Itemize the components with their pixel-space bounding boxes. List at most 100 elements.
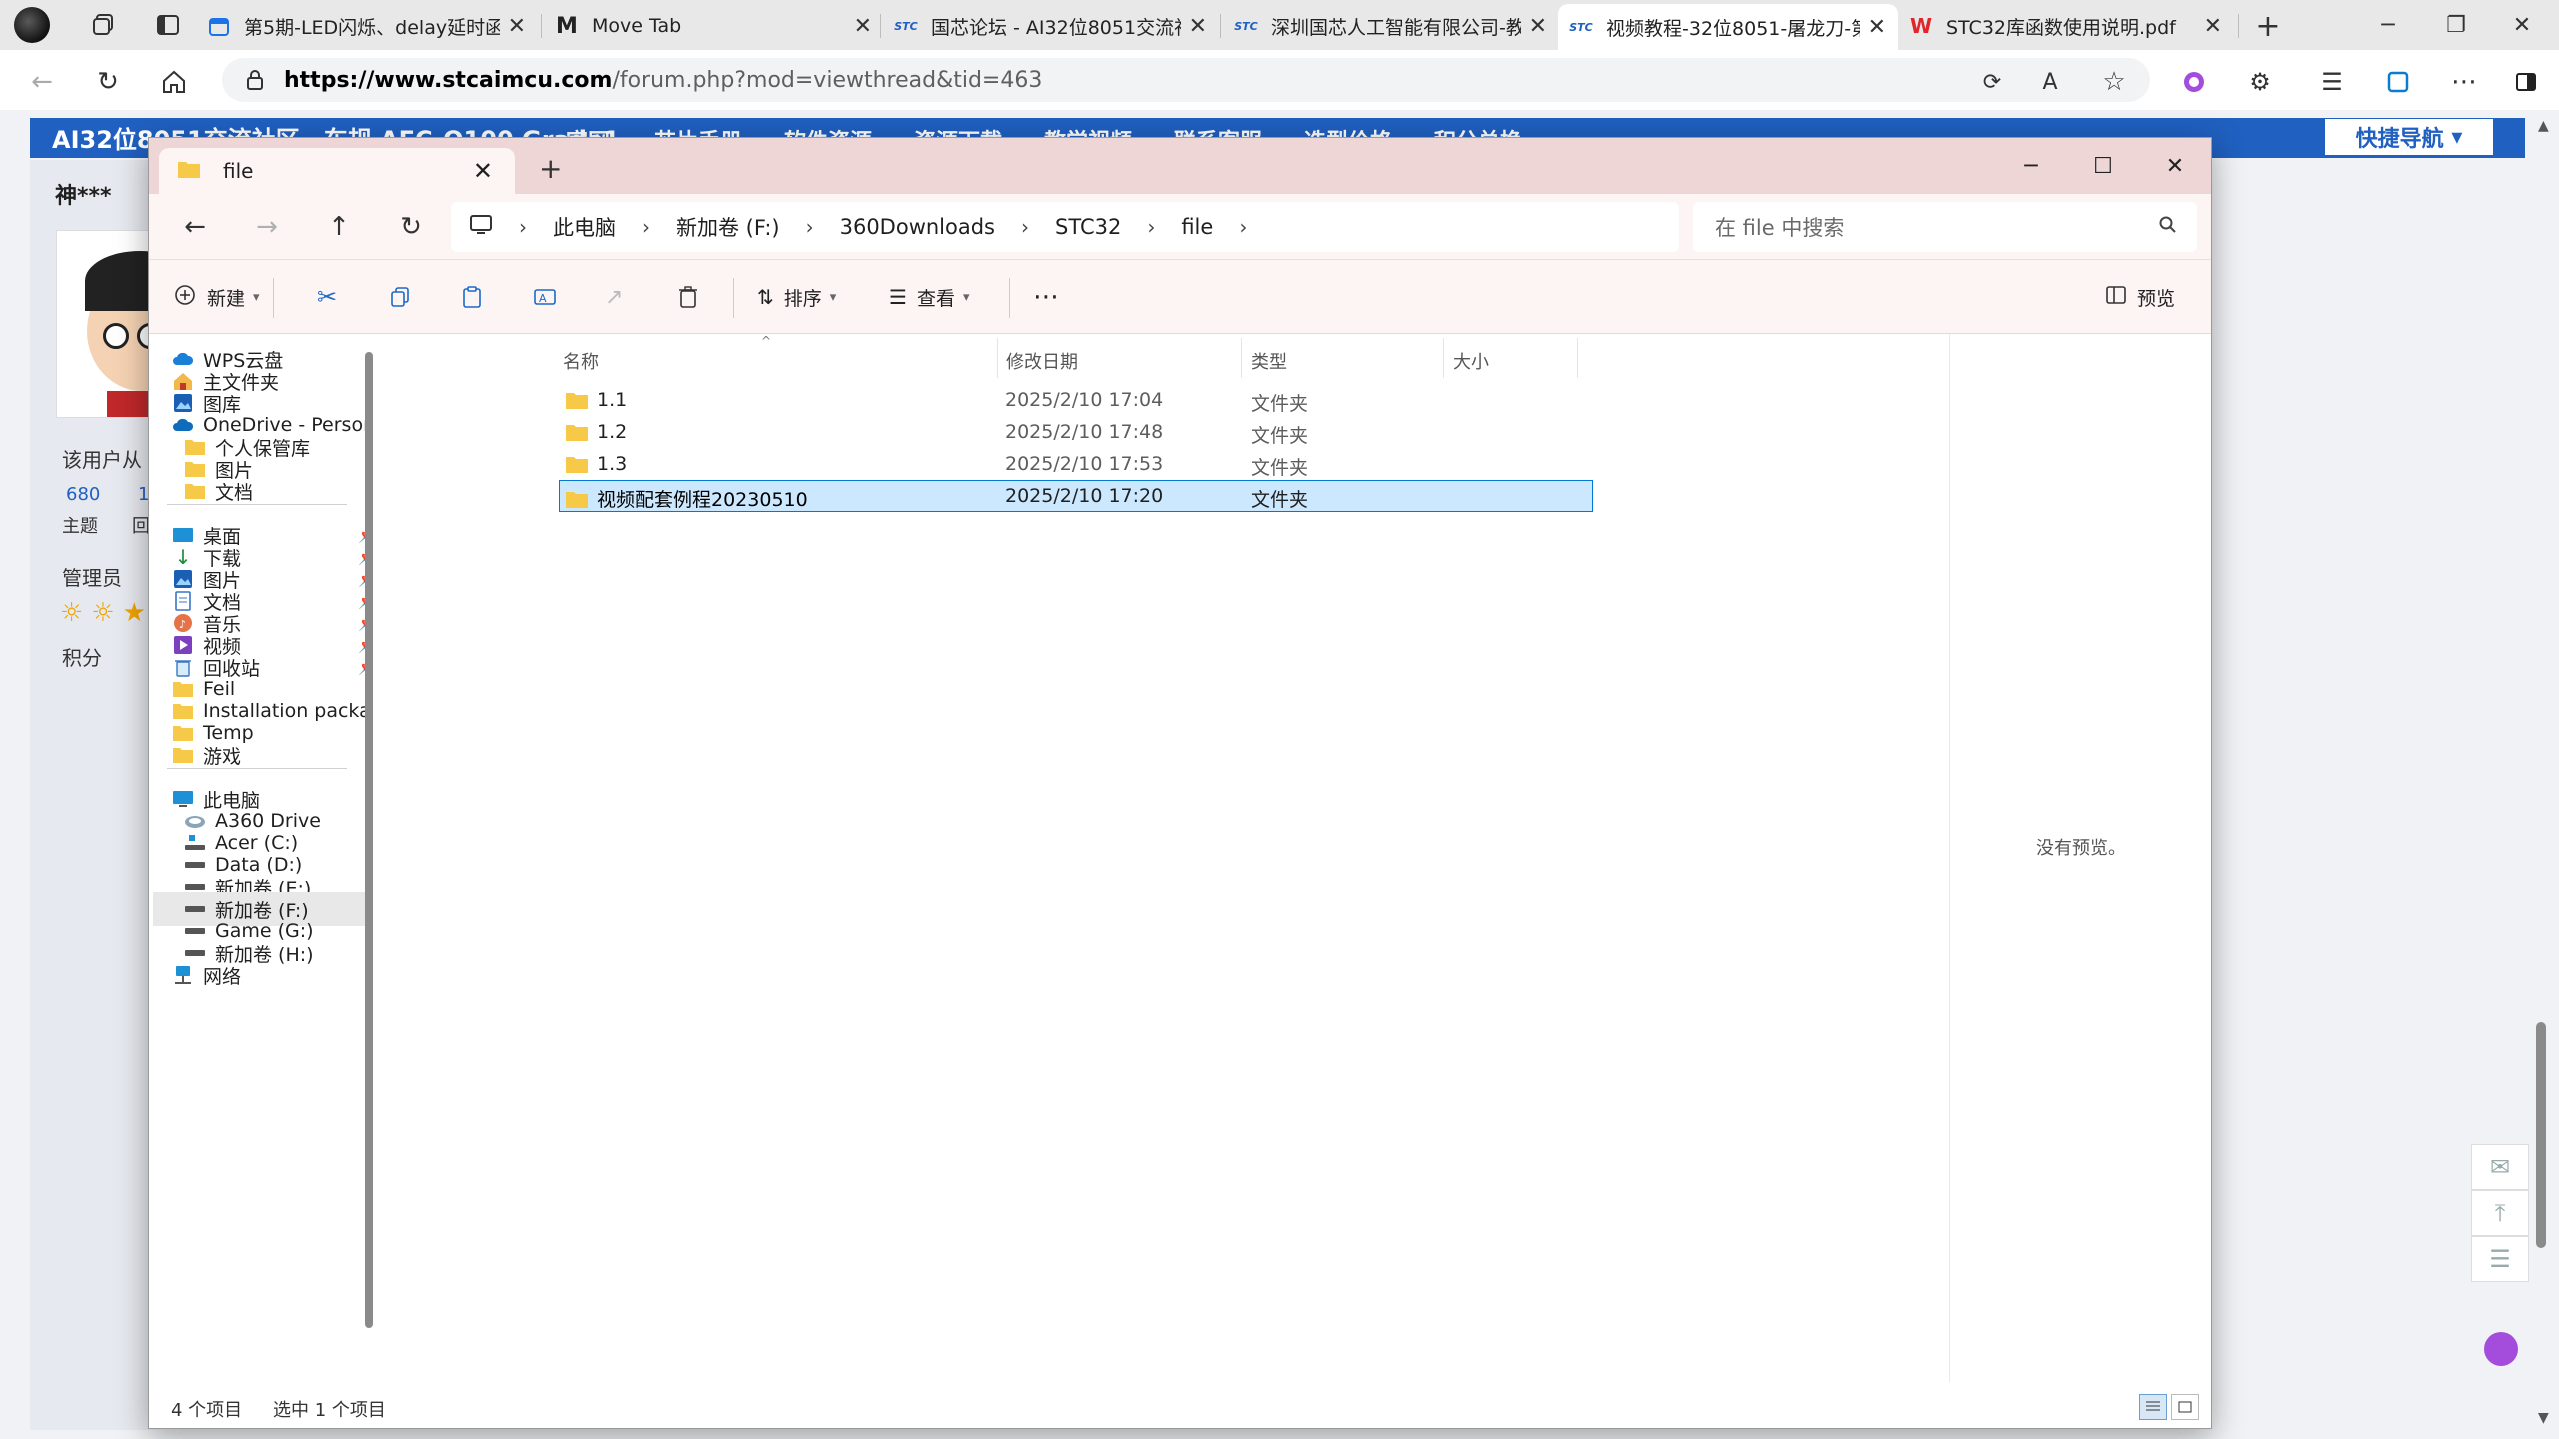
sidebar-item-od-documents[interactable]: 文档 <box>183 474 365 508</box>
column-header-type[interactable]: 类型 <box>1251 344 1287 378</box>
up-icon[interactable]: ↑ <box>317 206 361 248</box>
tab-led-blink[interactable]: 第5期-LED闪烁、delay延时函数 ✕ <box>196 6 538 46</box>
chevron-right-icon[interactable]: › <box>642 215 650 239</box>
column-divider[interactable] <box>1443 338 1444 378</box>
chevron-right-icon[interactable]: › <box>1147 215 1155 239</box>
restore-icon[interactable]: ❐ <box>2420 0 2492 50</box>
tab-move-tab[interactable]: M Move Tab ✕ <box>544 6 884 46</box>
column-header-name[interactable]: 名称 <box>563 344 599 378</box>
copilot-icon[interactable] <box>2174 62 2214 102</box>
new-tab-icon[interactable]: + <box>2248 6 2288 46</box>
list-icon[interactable]: ☰ <box>2471 1236 2529 1282</box>
paste-icon[interactable] <box>461 276 483 318</box>
search-input[interactable]: 在 file 中搜索 <box>1693 202 2197 252</box>
read-aloud-icon[interactable]: A <box>2030 62 2070 102</box>
chevron-right-icon[interactable]: › <box>1021 215 1029 239</box>
close-tab-icon[interactable]: ✕ <box>2204 14 2222 39</box>
topic-label: 主题 <box>62 516 98 537</box>
preview-button[interactable]: 预览 <box>2105 276 2175 318</box>
close-tab-icon[interactable]: ✕ <box>473 157 493 185</box>
column-divider[interactable] <box>997 338 998 378</box>
collections-icon[interactable] <box>2378 62 2418 102</box>
copilot-float-icon[interactable] <box>2484 1332 2518 1366</box>
more-menu-icon[interactable]: ⋯ <box>2444 62 2484 102</box>
nav-pane-scrollbar[interactable] <box>365 352 373 1328</box>
sidebar-item-network[interactable]: 网络 <box>171 958 365 992</box>
close-tab-icon[interactable]: ✕ <box>508 14 526 39</box>
tiles-view-icon[interactable] <box>2171 1394 2199 1420</box>
vertical-tabs-icon[interactable] <box>146 5 190 45</box>
breadcrumb-item[interactable]: file <box>1181 215 1213 239</box>
new-button[interactable]: 新建 ▾ <box>173 276 260 318</box>
tab-forum[interactable]: STC 国芯论坛 - AI32位8051交流社区 ✕ <box>883 6 1219 46</box>
file-name: 1.1 <box>597 389 628 411</box>
favorites-icon[interactable]: ☰ <box>2312 62 2352 102</box>
back-to-top-icon[interactable]: ⤒ <box>2471 1190 2529 1236</box>
column-divider[interactable] <box>1577 338 1578 378</box>
home-icon[interactable] <box>154 62 194 102</box>
favorite-star-icon[interactable]: ☆ <box>2094 62 2134 102</box>
chevron-right-icon[interactable]: › <box>806 215 814 239</box>
cut-icon[interactable]: ✂ <box>317 276 337 318</box>
topic-count[interactable]: 680 <box>66 484 100 505</box>
table-row[interactable]: 1.3 2025/2/10 17:53 文件夹 <box>559 448 1593 480</box>
profile-avatar[interactable] <box>14 7 50 43</box>
sidebar-item-games[interactable]: 游戏 <box>171 738 365 772</box>
close-tab-icon[interactable]: ✕ <box>1868 15 1886 40</box>
quick-nav-button[interactable]: 快捷导航 ▾ <box>2324 118 2494 156</box>
tab-video-tutorial[interactable]: STC 视频教程-32位8051-屠龙刀-第 ✕ <box>1558 4 1898 50</box>
breadcrumb-item[interactable]: 此电脑 <box>553 212 616 242</box>
page-scrollbar-thumb[interactable] <box>2536 1022 2546 1248</box>
table-row[interactable]: 1.2 2025/2/10 17:48 文件夹 <box>559 416 1593 448</box>
monitor-icon[interactable] <box>469 214 493 241</box>
details-view-icon[interactable] <box>2139 1394 2167 1420</box>
close-tab-icon[interactable]: ✕ <box>1189 14 1207 39</box>
scroll-up-arrow-icon[interactable]: ▲ <box>2538 118 2549 134</box>
table-row-selected[interactable]: 视频配套例程20230510 2025/2/10 17:20 文件夹 <box>559 480 1593 512</box>
delete-icon[interactable] <box>677 276 699 318</box>
user-name[interactable]: 神*** <box>55 178 112 210</box>
breadcrumb-item[interactable]: 360Downloads <box>840 215 995 239</box>
maximize-icon[interactable]: ☐ <box>2067 138 2139 194</box>
breadcrumb-item[interactable]: STC32 <box>1055 215 1121 239</box>
comment-icon[interactable]: ✉ <box>2471 1144 2529 1190</box>
view-button[interactable]: ☰ 查看 ▾ <box>889 276 969 318</box>
breadcrumb[interactable]: › 此电脑 › 新加卷 (F:) › 360Downloads › STC32 … <box>451 202 1679 252</box>
share-icon[interactable]: ↗ <box>605 276 623 318</box>
back-icon[interactable]: ← <box>173 206 217 248</box>
file-name: 1.3 <box>597 453 628 475</box>
back-icon[interactable]: ← <box>22 62 62 102</box>
new-tab-icon[interactable]: + <box>539 152 562 185</box>
lock-icon[interactable] <box>244 69 266 91</box>
explorer-tab[interactable]: file ✕ <box>159 148 515 194</box>
chevron-right-icon[interactable]: › <box>519 215 527 239</box>
column-divider[interactable] <box>1241 338 1242 378</box>
address-bar[interactable]: https://www.stcaimcu.com/forum.php?mod=v… <box>222 58 2150 102</box>
minimize-icon[interactable]: ─ <box>1995 138 2067 194</box>
app-available-icon[interactable]: ⟳ <box>1972 62 2012 102</box>
close-tab-icon[interactable]: ✕ <box>1529 14 1547 39</box>
tab-company[interactable]: STC 深圳国芯人工智能有限公司-教学 ✕ <box>1223 6 1559 46</box>
forward-icon[interactable]: → <box>245 206 289 248</box>
scroll-down-arrow-icon[interactable]: ▼ <box>2538 1410 2549 1426</box>
column-header-modified[interactable]: 修改日期 <box>1006 344 1078 378</box>
breadcrumb-item[interactable]: 新加卷 (F:) <box>676 212 780 242</box>
refresh-icon[interactable]: ↻ <box>389 206 433 248</box>
sort-button[interactable]: ⇅ 排序 ▾ <box>757 276 836 318</box>
workspaces-icon[interactable] <box>82 5 126 45</box>
rename-icon[interactable]: A <box>533 276 557 318</box>
copy-icon[interactable] <box>389 276 411 318</box>
sidebar-toggle-icon[interactable] <box>2506 62 2546 102</box>
refresh-icon[interactable]: ↻ <box>88 62 128 102</box>
column-header-size[interactable]: 大小 <box>1453 344 1489 378</box>
chevron-right-icon[interactable]: › <box>1239 215 1247 239</box>
table-row[interactable]: 1.1 2025/2/10 17:04 文件夹 <box>559 384 1593 416</box>
minimize-icon[interactable]: ─ <box>2352 0 2424 50</box>
close-tab-icon[interactable]: ✕ <box>854 14 872 39</box>
tab-pdf[interactable]: W STC32库函数使用说明.pdf ✕ <box>1898 6 2234 46</box>
tab-title: 视频教程-32位8051-屠龙刀-第 <box>1606 17 1860 40</box>
more-options-icon[interactable]: ⋯ <box>1033 276 1059 318</box>
close-window-icon[interactable]: ✕ <box>2486 0 2558 50</box>
extensions-icon[interactable]: ⚙ <box>2240 62 2280 102</box>
close-window-icon[interactable]: ✕ <box>2139 138 2211 194</box>
